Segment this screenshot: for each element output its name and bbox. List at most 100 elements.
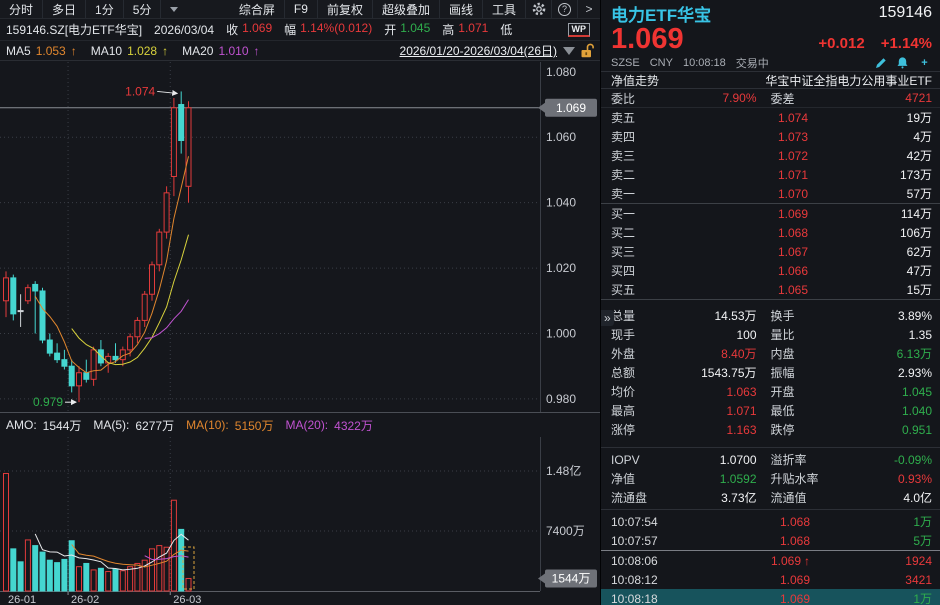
- low-annotation: 0.979: [33, 395, 63, 409]
- stat-label: 最低: [757, 402, 845, 419]
- amo-label: AMO:: [6, 418, 37, 432]
- top-toolbar: 分时 多日 1分 5分 综合屏 F9 前复权 超级叠加 画线 工具 ?: [0, 0, 600, 19]
- svg-text:1.48亿: 1.48亿: [546, 463, 581, 478]
- tab-label: 5分: [133, 1, 152, 18]
- weibi-label: 委比: [611, 90, 669, 107]
- wp-tool-icon[interactable]: WP: [568, 23, 591, 37]
- ask-row[interactable]: 卖三1.07242万: [601, 146, 940, 165]
- stat-value: 8.40万: [669, 345, 757, 362]
- x-axis-label: 26-01: [8, 594, 36, 605]
- bid-row[interactable]: 买二1.068106万: [601, 223, 940, 242]
- x-axis-label: 26-03: [173, 594, 201, 605]
- menu-label: 画线: [449, 1, 473, 18]
- chart-pane: 分时 多日 1分 5分 综合屏 F9 前复权 超级叠加 画线 工具 ?: [0, 0, 600, 605]
- chevron-down-icon[interactable]: [563, 47, 575, 55]
- menu-tools[interactable]: 工具: [483, 0, 526, 18]
- bid-row[interactable]: 买四1.06647万: [601, 261, 940, 280]
- ask-price: 1.071: [667, 168, 808, 182]
- ask-row[interactable]: 卖一1.07057万: [601, 184, 940, 203]
- period-dropdown[interactable]: [161, 0, 187, 18]
- tab-duori[interactable]: 多日: [43, 0, 86, 18]
- stat-row: 总量14.53万换手3.89%: [601, 306, 940, 325]
- more-button[interactable]: >: [578, 0, 600, 18]
- bid-row[interactable]: 买五1.06515万: [601, 280, 940, 299]
- bid-price: 1.066: [667, 264, 808, 278]
- volume-bar-chart[interactable]: 1.48亿7400万1544万26-0126-0226-03: [0, 437, 600, 605]
- unlock-icon[interactable]: [581, 43, 594, 58]
- bid-volume: 15万: [808, 281, 932, 298]
- stat-label: 流通盘: [611, 489, 669, 506]
- tick-price-cell: 1.069↑: [683, 554, 810, 568]
- security-name: 电力ETF华宝: [611, 1, 711, 26]
- bid-volume: 114万: [808, 205, 932, 222]
- stat-value: 1.040: [845, 404, 933, 418]
- bid-volume: 62万: [808, 243, 932, 260]
- ma-indicator-bar: MA51.053↑ MA101.028↑ MA201.010↑ 2026/01/…: [0, 41, 600, 61]
- stat-label: 换手: [757, 307, 845, 324]
- ask-row[interactable]: 卖五1.07419万: [601, 108, 940, 127]
- stat-value: 1.35: [845, 328, 933, 342]
- menu-forward-adjust[interactable]: 前复权: [318, 0, 373, 18]
- pencil-icon: [875, 57, 887, 69]
- chevron-down-icon: [170, 7, 178, 12]
- ask-label: 卖五: [611, 109, 667, 126]
- chevron-right-icon: >: [585, 2, 592, 16]
- menu-super-overlay[interactable]: 超级叠加: [373, 0, 440, 18]
- stat-label: 跌停: [757, 421, 845, 438]
- menu-f9[interactable]: F9: [285, 0, 318, 18]
- stat-label: 总额: [611, 364, 669, 381]
- ask-row[interactable]: 卖四1.0734万: [601, 127, 940, 146]
- menu-composite-screen[interactable]: 综合屏: [230, 0, 285, 18]
- fund-full-name: 华宝中证全指电力公用事业ETF: [765, 72, 932, 89]
- tab-label: 多日: [52, 1, 76, 18]
- svg-text:1.000: 1.000: [546, 326, 576, 340]
- stat-label: 流通值: [757, 489, 845, 506]
- bid-price: 1.069: [667, 207, 808, 221]
- menu-label: 前复权: [327, 1, 363, 18]
- tick-price-cell: 1.068: [683, 534, 810, 548]
- edit-button[interactable]: [873, 55, 888, 70]
- menu-draw-line[interactable]: 画线: [440, 0, 483, 18]
- help-button[interactable]: ?: [552, 0, 578, 18]
- tick-list[interactable]: 10:07:541.0681万10:07:571.0685万10:08:061.…: [601, 510, 940, 605]
- bid-price: 1.065: [667, 283, 808, 297]
- svg-text:0.980: 0.980: [546, 392, 576, 406]
- stat-value: 1.0700: [669, 453, 757, 467]
- vol-ma10-value: 5150万: [235, 417, 274, 434]
- price-candlestick-chart[interactable]: 1.0801.0601.0401.0201.0000.9801.0691.074…: [0, 62, 600, 412]
- tab-fenshi[interactable]: 分时: [0, 0, 43, 18]
- panel-collapse-handle[interactable]: »: [601, 310, 614, 326]
- amplitude-label: 幅: [284, 21, 296, 38]
- tick-price: 1.068: [780, 515, 810, 529]
- weibi-value: 7.90%: [669, 91, 757, 105]
- tick-price: 1.068: [780, 534, 810, 548]
- amo-value: 1544万: [43, 417, 82, 434]
- bar-date: 2026/03/04: [154, 23, 214, 37]
- stat-row: 涨停1.163跌停0.951: [601, 420, 940, 439]
- ask-volume: 42万: [808, 147, 932, 164]
- ask-label: 卖三: [611, 147, 667, 164]
- bid-row[interactable]: 买三1.06762万: [601, 242, 940, 261]
- add-button[interactable]: +: [917, 55, 932, 70]
- stat-label: 现手: [611, 326, 669, 343]
- tab-5min[interactable]: 5分: [124, 0, 162, 18]
- nav-trend-link[interactable]: 净值走势: [611, 72, 659, 89]
- settings-button[interactable]: [526, 0, 552, 18]
- stat-label: 总量: [611, 307, 669, 324]
- date-range-selector[interactable]: 2026/01/20-2026/03/04(26日): [400, 42, 557, 59]
- vol-ma5-label: MA(5):: [93, 418, 129, 432]
- bid-row[interactable]: 买一1.069114万: [601, 204, 940, 223]
- amplitude-value: 1.14%(0.012): [300, 21, 372, 38]
- stat-value: 100: [669, 328, 757, 342]
- ask-row[interactable]: 卖二1.071173万: [601, 165, 940, 184]
- tab-1min[interactable]: 1分: [86, 0, 124, 18]
- tick-time: 10:08:12: [611, 573, 683, 587]
- bid-label: 买四: [611, 262, 667, 279]
- bid-label: 买三: [611, 243, 667, 260]
- svg-text:1.069: 1.069: [556, 101, 586, 115]
- stat-label: 最高: [611, 402, 669, 419]
- alert-button[interactable]: [895, 55, 910, 70]
- gear-icon: [532, 2, 546, 16]
- stat-value: 4.0亿: [845, 489, 933, 506]
- ask-volume: 4万: [808, 128, 932, 145]
